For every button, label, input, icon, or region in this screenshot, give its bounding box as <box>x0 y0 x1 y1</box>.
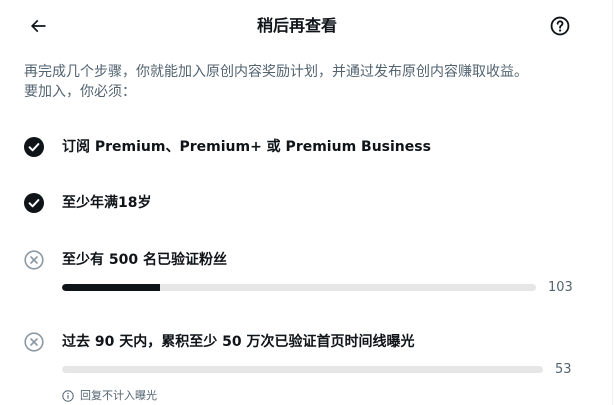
intro-line: 再完成几个步骤，你就能加入原创内容奖励计划，并通过发布原创内容赚取收益。 <box>24 64 528 80</box>
info-circle-icon <box>62 390 74 402</box>
impressions-note: 回复不计入曝光 <box>62 388 157 404</box>
note-text: 回复不计入曝光 <box>80 389 157 402</box>
impressions-progress-bar <box>62 366 543 373</box>
requirement-label: 订阅 Premium、Premium+ 或 Premium Business <box>62 139 431 155</box>
requirement-label: 至少有 500 名已验证粉丝 <box>62 252 227 268</box>
x-circle-icon <box>24 250 44 270</box>
check-circle-icon <box>24 193 44 213</box>
question-circle-icon <box>550 16 570 36</box>
followers-progress-fill <box>62 284 160 291</box>
followers-progress-bar <box>62 284 536 291</box>
intro-text: 再完成几个步骤，你就能加入原创内容奖励计划，并通过发布原创内容赚取收益。 要加入… <box>24 62 569 102</box>
x-circle-icon <box>24 332 44 352</box>
impressions-progress-value: 53 <box>555 362 572 377</box>
page-title: 稍后再查看 <box>256 16 337 35</box>
help-button[interactable] <box>542 8 578 44</box>
requirement-impressions: 过去 90 天内，累积至少 50 万次已验证首页时间线曝光 53 <box>24 332 594 380</box>
panel-divider <box>612 0 613 405</box>
requirement-label: 至少年满18岁 <box>62 195 152 211</box>
requirement-label: 过去 90 天内，累积至少 50 万次已验证首页时间线曝光 <box>62 334 415 350</box>
check-circle-icon <box>24 137 44 157</box>
followers-progress-value: 103 <box>548 280 573 295</box>
intro-line: 要加入，你必须： <box>24 84 136 100</box>
header: 稍后再查看 <box>0 0 612 52</box>
requirement-followers: 至少有 500 名已验证粉丝 103 <box>24 250 594 298</box>
